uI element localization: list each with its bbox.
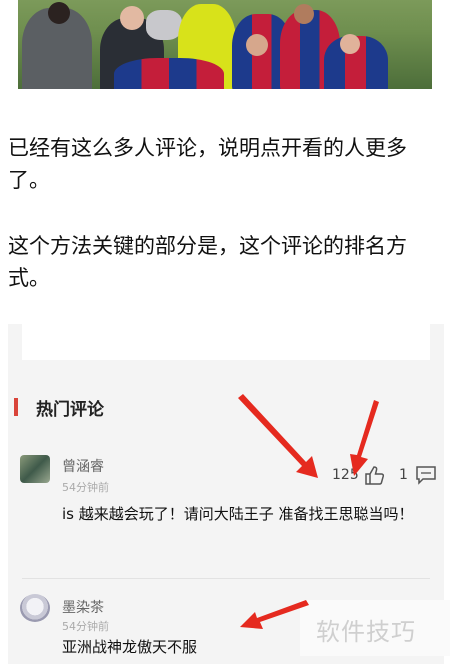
- comment-1-username[interactable]: 曾涵睿: [62, 456, 104, 476]
- article-paragraph-2: 这个方法关键的部分是，这个评论的排名方式。: [8, 230, 440, 294]
- comment-bubble-icon[interactable]: [415, 465, 437, 485]
- comment-divider: [22, 578, 430, 579]
- section-title: 热门评论: [36, 400, 104, 420]
- team-photo: [18, 0, 432, 89]
- section-accent-bar: [14, 398, 18, 416]
- article-paragraph-1-text: 已经有这么多人评论，说明点开看的人更多了。: [8, 136, 407, 192]
- comment-2-username[interactable]: 墨染茶: [62, 597, 104, 617]
- watermark: 软件技巧: [300, 600, 450, 656]
- comment-1-like-count: 125: [332, 467, 359, 483]
- comment-1-reply-count: 1: [399, 467, 408, 483]
- comment-2-avatar[interactable]: [20, 594, 50, 622]
- comment-1-time: 54分钟前: [62, 481, 109, 494]
- card-top-strip: [22, 324, 430, 360]
- article-paragraph-1: 已经有这么多人评论，说明点开看的人更多了。: [8, 132, 440, 196]
- comment-1-avatar[interactable]: [20, 455, 50, 483]
- thumbs-up-icon[interactable]: [363, 464, 385, 486]
- watermark-text: 软件技巧: [316, 618, 416, 646]
- article-paragraph-2-text: 这个方法关键的部分是，这个评论的排名方式。: [8, 234, 407, 290]
- comment-1-text: is 越来越会玩了！请问大陆王子 准备找王思聪当吗！: [62, 505, 414, 523]
